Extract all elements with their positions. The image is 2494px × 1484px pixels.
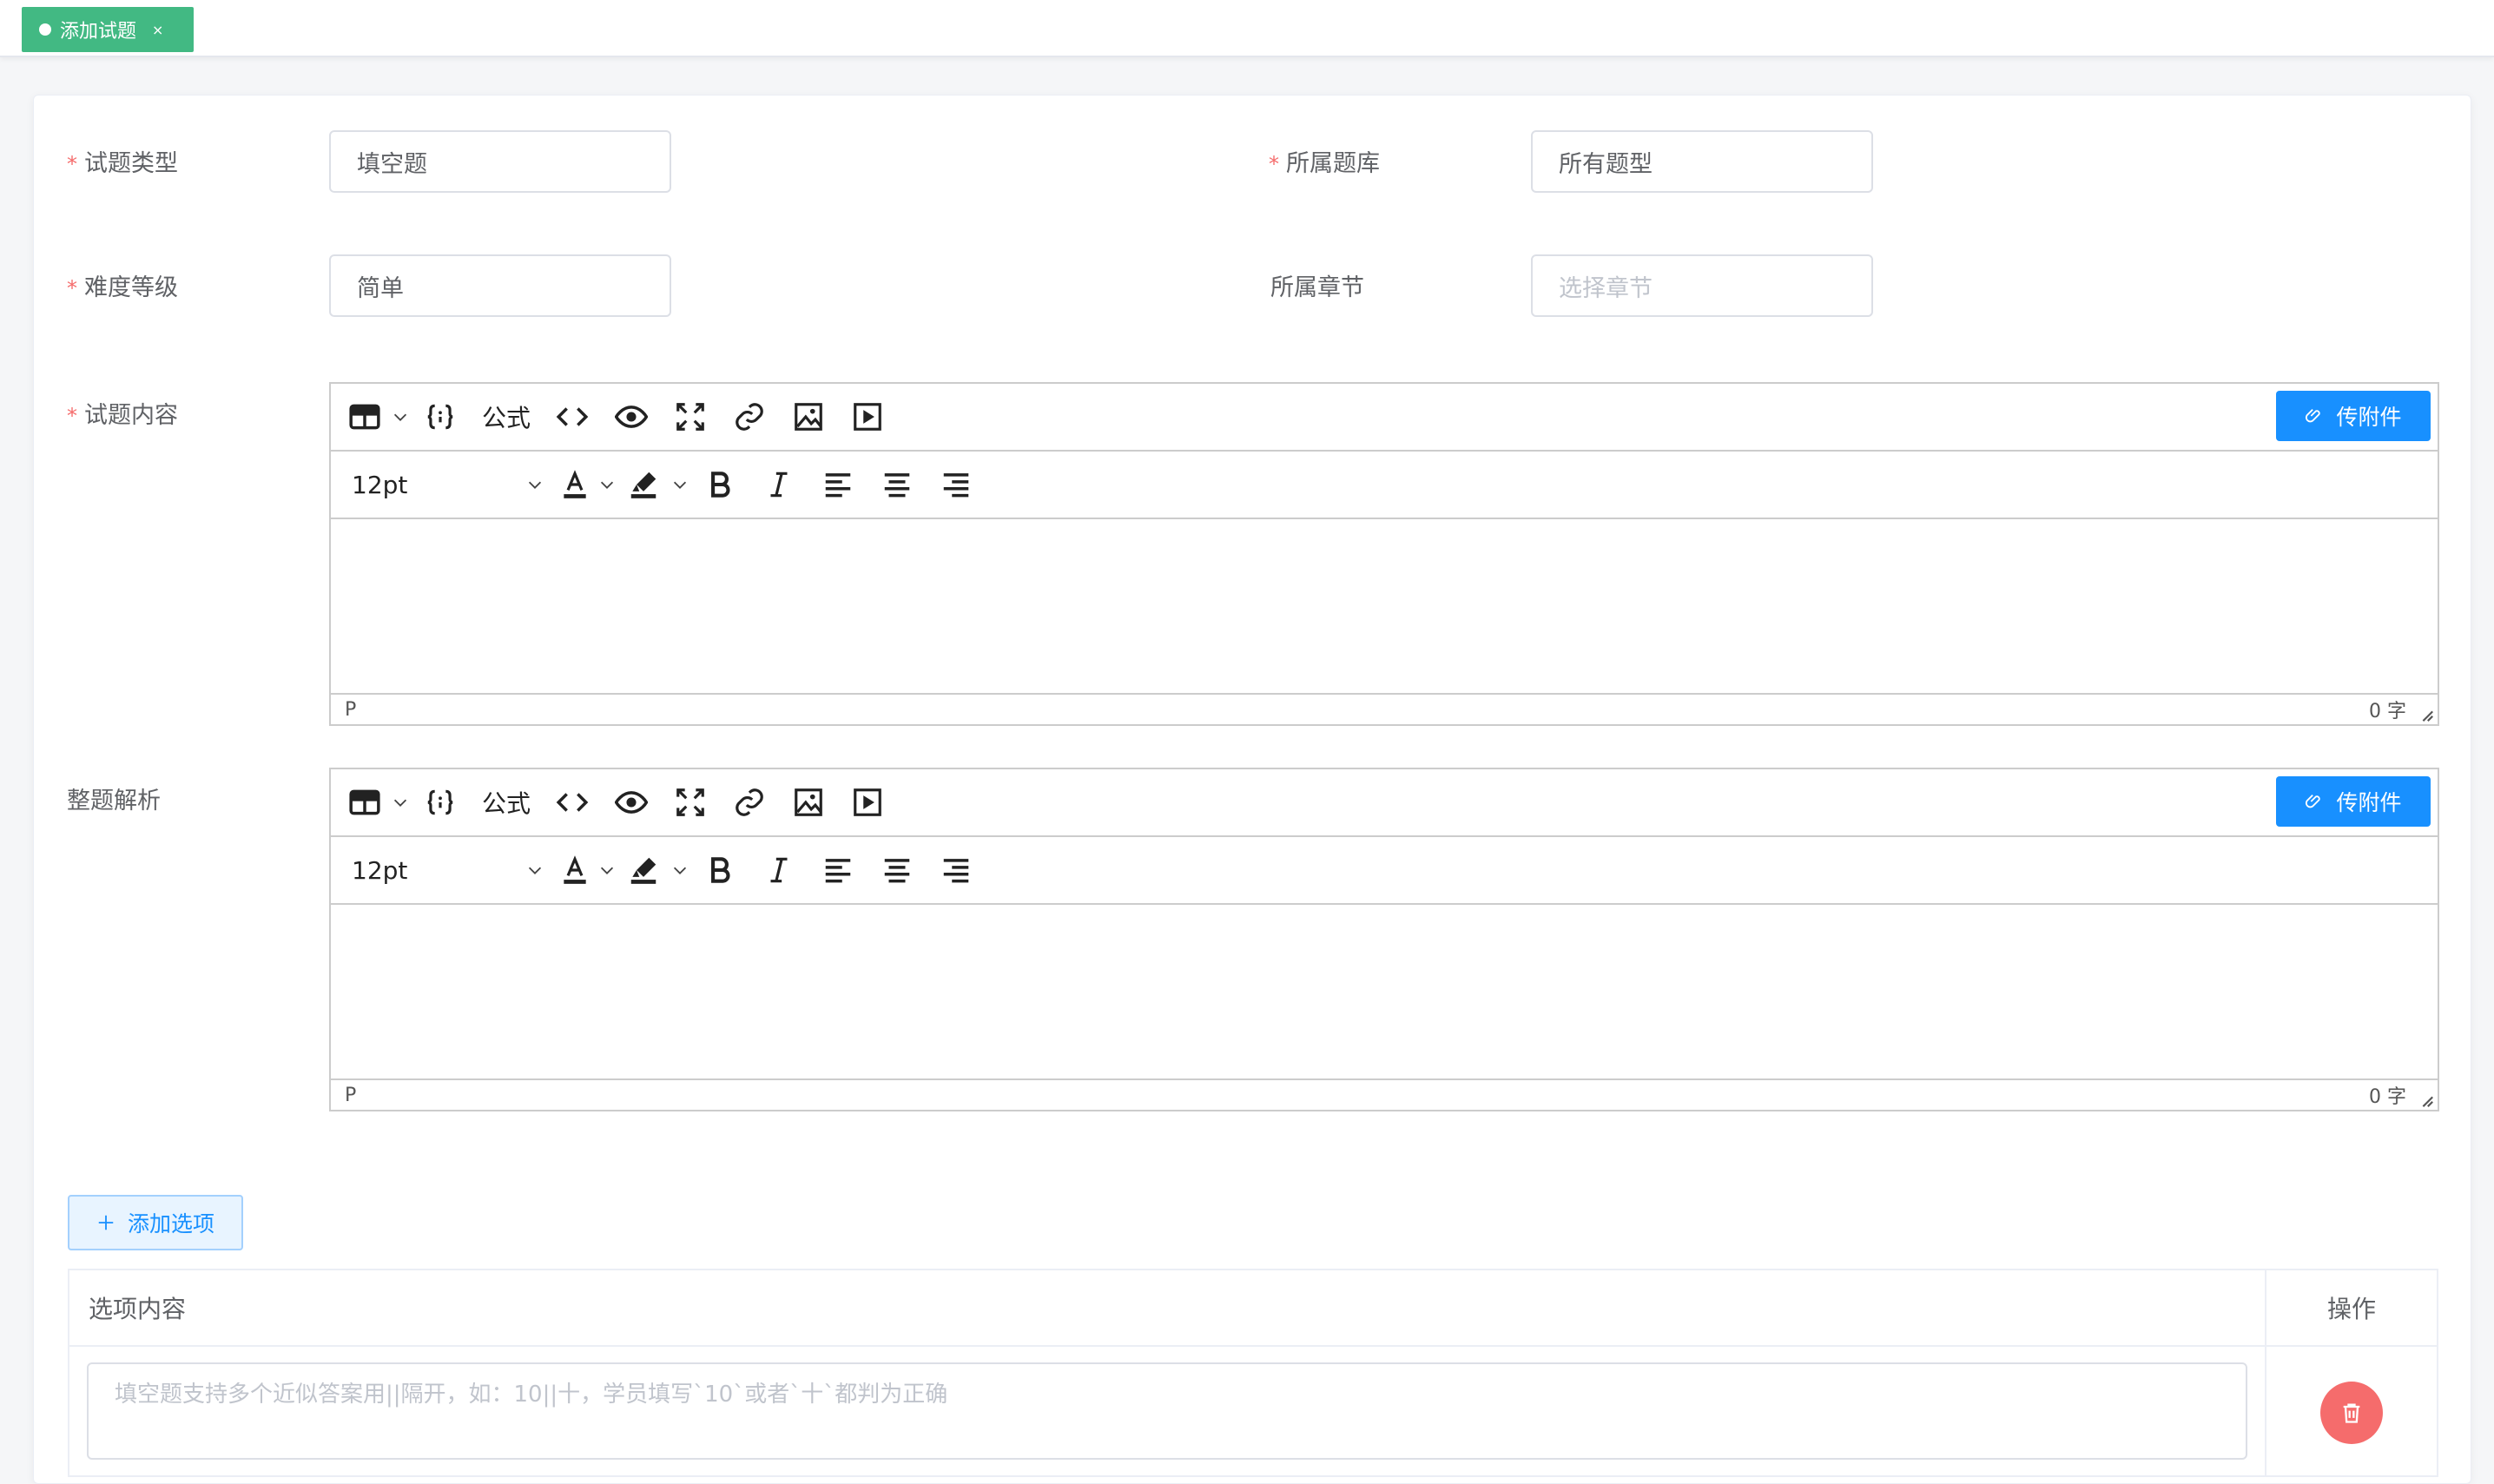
chevron-down-icon[interactable]: [597, 836, 617, 904]
attachment-icon: [2306, 409, 2321, 423]
attachment-icon: [2306, 795, 2321, 808]
align-center-icon[interactable]: [868, 836, 927, 904]
col-option-content: 选项内容: [69, 1270, 2266, 1345]
preview-eye-icon[interactable]: [602, 768, 661, 836]
word-count: 0 字: [2369, 701, 2406, 722]
formula-button[interactable]: 公式: [470, 383, 543, 451]
editor-toolbar-2: 12pt: [331, 452, 2438, 519]
video-icon[interactable]: [838, 768, 897, 836]
highlight-icon[interactable]: [617, 451, 670, 518]
option-content-textarea[interactable]: 填空题支持多个近似答案用||隔开，如：10||十，学员填写`10`或者`十`都判…: [87, 1362, 2247, 1460]
fullscreen-icon[interactable]: [661, 768, 720, 836]
code-icon[interactable]: [543, 768, 602, 836]
delete-option-button[interactable]: [2320, 1382, 2383, 1444]
braces-icon[interactable]: [411, 768, 470, 836]
analysis-editor-body[interactable]: [331, 905, 2438, 1080]
tab-close-icon[interactable]: ×: [152, 22, 163, 38]
content-editor-body[interactable]: [331, 519, 2438, 695]
font-size-select[interactable]: 12pt: [331, 451, 553, 518]
element-path: P: [345, 698, 357, 721]
analysis-label: 整题解析: [67, 788, 161, 815]
content-label: * 试题内容: [67, 402, 178, 429]
word-count: 0 字: [2369, 1086, 2406, 1108]
action-cell: [2266, 1347, 2437, 1477]
font-size-select[interactable]: 12pt: [331, 836, 553, 904]
table-icon[interactable]: [340, 768, 390, 836]
editor-statusbar: P 0 字: [331, 695, 2438, 724]
level-label: * 难度等级: [67, 274, 178, 301]
preview-eye-icon[interactable]: [602, 383, 661, 451]
font-color-icon[interactable]: [553, 836, 597, 904]
option-cell: 填空题支持多个近似答案用||隔开，如：10||十，学员填写`10`或者`十`都判…: [69, 1347, 2266, 1477]
align-left-icon[interactable]: [808, 836, 868, 904]
tab-active-dot: [39, 23, 51, 36]
attach-button[interactable]: 传附件: [2276, 391, 2431, 441]
braces-icon[interactable]: [411, 383, 470, 451]
link-icon[interactable]: [720, 768, 779, 836]
bank-label: * 所属题库: [1269, 150, 1380, 177]
tab-add-question[interactable]: 添加试题 ×: [22, 7, 194, 52]
table-icon[interactable]: [340, 383, 390, 451]
chevron-down-icon[interactable]: [597, 451, 617, 518]
fullscreen-icon[interactable]: [661, 383, 720, 451]
align-left-icon[interactable]: [808, 451, 868, 518]
level-select[interactable]: 简单: [329, 254, 671, 317]
add-option-button[interactable]: 添加选项: [68, 1195, 243, 1250]
align-right-icon[interactable]: [927, 836, 986, 904]
highlight-icon[interactable]: [617, 836, 670, 904]
type-select[interactable]: 填空题: [329, 130, 671, 193]
col-action: 操作: [2326, 1295, 2376, 1323]
attach-button[interactable]: 传附件: [2276, 776, 2431, 827]
resize-handle-icon[interactable]: [2418, 1092, 2434, 1108]
formula-button[interactable]: 公式: [470, 768, 543, 836]
content-editor: 公式 传附件 12pt P 0 字: [329, 382, 2439, 726]
plus-icon: [98, 1215, 114, 1230]
editor-toolbar-1: 公式 传附件: [331, 769, 2438, 837]
editor-toolbar-1: 公式 传附件: [331, 384, 2438, 452]
chevron-down-icon: [528, 481, 542, 489]
options-table: 选项内容 操作 填空题支持多个近似答案用||隔开，如：10||十，学员填写`10…: [68, 1269, 2438, 1477]
chapter-label: 所属章节: [1270, 274, 1364, 301]
tabs-bar: 添加试题 ×: [0, 0, 2494, 57]
image-icon[interactable]: [779, 768, 838, 836]
italic-icon[interactable]: [749, 451, 808, 518]
table-header: 选项内容 操作: [69, 1270, 2437, 1347]
tab-label: 添加试题: [60, 21, 137, 43]
chevron-down-icon[interactable]: [670, 836, 690, 904]
chevron-down-icon[interactable]: [670, 451, 690, 518]
table-row: 填空题支持多个近似答案用||隔开，如：10||十，学员填写`10`或者`十`都判…: [69, 1347, 2437, 1477]
chevron-down-icon: [528, 867, 542, 874]
type-label: * 试题类型: [67, 150, 178, 177]
italic-icon[interactable]: [749, 836, 808, 904]
chevron-down-icon[interactable]: [390, 383, 411, 451]
editor-toolbar-2: 12pt: [331, 837, 2438, 905]
align-center-icon[interactable]: [868, 451, 927, 518]
resize-handle-icon[interactable]: [2418, 707, 2434, 722]
font-color-icon[interactable]: [553, 451, 597, 518]
chevron-down-icon[interactable]: [390, 768, 411, 836]
trash-icon: [2343, 1403, 2360, 1423]
align-right-icon[interactable]: [927, 451, 986, 518]
bold-icon[interactable]: [690, 836, 749, 904]
video-icon[interactable]: [838, 383, 897, 451]
link-icon[interactable]: [720, 383, 779, 451]
bold-icon[interactable]: [690, 451, 749, 518]
element-path: P: [345, 1084, 357, 1106]
analysis-editor: 公式 传附件 12pt P 0 字: [329, 768, 2439, 1111]
chapter-select[interactable]: 选择章节: [1531, 254, 1873, 317]
image-icon[interactable]: [779, 383, 838, 451]
code-icon[interactable]: [543, 383, 602, 451]
editor-statusbar: P 0 字: [331, 1080, 2438, 1110]
bank-select[interactable]: 所有题型: [1531, 130, 1873, 193]
